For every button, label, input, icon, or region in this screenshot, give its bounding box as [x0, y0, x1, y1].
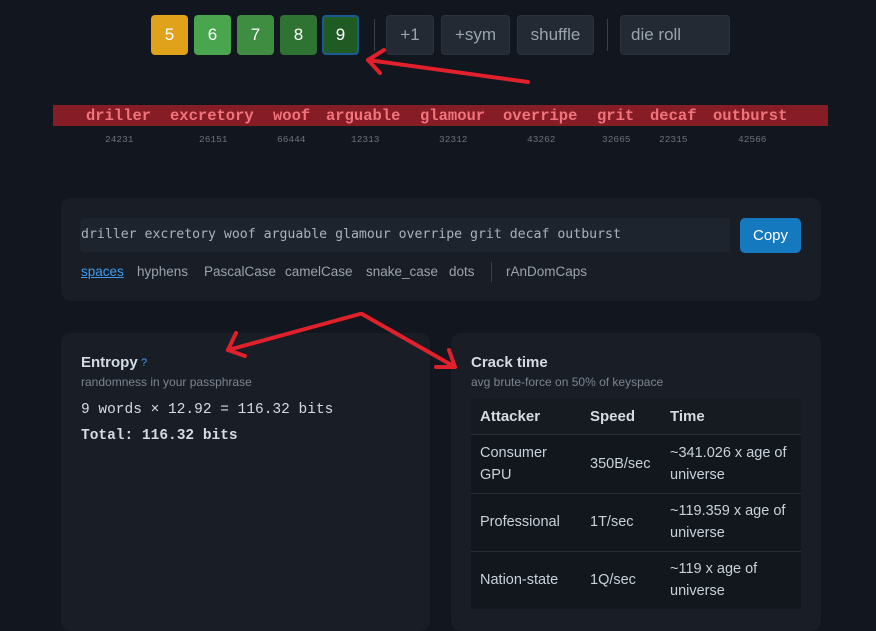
copy-button[interactable]: Copy — [740, 218, 801, 253]
attacker-cell: Professional — [471, 492, 581, 551]
speed-cell: 350B/sec — [581, 433, 661, 493]
entropy-subtitle: randomness in your passphrase — [81, 375, 252, 389]
passphrase-word: glamour — [420, 107, 486, 125]
format-option-pascalcase[interactable]: PascalCase — [204, 264, 276, 279]
word-index: 32665 — [602, 134, 631, 145]
passphrase-word: driller — [86, 107, 152, 125]
table-row: Nation-state 1Q/sec ~119 x age of univer… — [471, 550, 801, 609]
toolbar-divider — [607, 19, 608, 51]
word-count-button-6[interactable]: 6 — [194, 15, 231, 55]
word-index: 24231 — [105, 134, 134, 145]
attacker-cell: Nation-state — [471, 550, 581, 609]
word-index: 42566 — [738, 134, 767, 145]
word-index: 32312 — [439, 134, 468, 145]
format-option-random-caps[interactable]: rAnDomCaps — [506, 264, 587, 279]
table-row: Professional 1T/sec ~119.359 x age of un… — [471, 492, 801, 551]
die-roll-input[interactable] — [620, 15, 730, 55]
speed-cell: 1T/sec — [581, 492, 661, 551]
word-index: 66444 — [277, 134, 306, 145]
entropy-title: Entropy — [81, 354, 138, 371]
attacker-cell: Consumer GPU — [471, 433, 581, 493]
passphrase-word: arguable — [326, 107, 401, 125]
format-option-camelcase[interactable]: camelCase — [285, 264, 353, 279]
format-option-spaces[interactable]: spaces — [81, 264, 124, 279]
format-option-hyphens[interactable]: hyphens — [137, 264, 188, 279]
column-header-time: Time — [661, 399, 801, 434]
format-option-snake-case[interactable]: snake_case — [366, 264, 438, 279]
add-word-button[interactable]: +1 — [386, 15, 434, 55]
format-divider — [491, 262, 492, 282]
word-index: 12313 — [351, 134, 380, 145]
passphrase-word: overripe — [503, 107, 578, 125]
column-header-speed: Speed — [581, 399, 661, 434]
passphrase-word: outburst — [713, 107, 788, 125]
shuffle-button[interactable]: shuffle — [517, 15, 594, 55]
time-cell: ~119.359 x age of universe — [661, 492, 801, 551]
word-index: 26151 — [199, 134, 228, 145]
word-index: 43262 — [527, 134, 556, 145]
format-option-dots[interactable]: dots — [449, 264, 475, 279]
word-index: 22315 — [659, 134, 688, 145]
time-cell: ~341.026 x age of universe — [661, 433, 801, 493]
table-row: Consumer GPU 350B/sec ~341.026 x age of … — [471, 433, 801, 493]
entropy-formula: 9 words × 12.92 = 116.32 bits — [81, 402, 334, 418]
passphrase-output-text[interactable]: driller excretory woof arguable glamour … — [81, 227, 621, 242]
word-count-button-8[interactable]: 8 — [280, 15, 317, 55]
crack-time-subtitle: avg brute-force on 50% of keyspace — [471, 375, 664, 389]
word-count-button-5[interactable]: 5 — [151, 15, 188, 55]
word-count-button-7[interactable]: 7 — [237, 15, 274, 55]
toolbar-divider — [374, 19, 375, 51]
crack-time-table: Attacker Speed Time Consumer GPU 350B/se… — [471, 399, 801, 609]
entropy-help-icon[interactable]: ? — [141, 357, 147, 369]
passphrase-word: woof — [273, 107, 311, 125]
passphrase-word: excretory — [170, 107, 254, 125]
entropy-total: Total: 116.32 bits — [81, 428, 238, 444]
add-symbol-button[interactable]: +sym — [441, 15, 510, 55]
speed-cell: 1Q/sec — [581, 550, 661, 609]
crack-time-title: Crack time — [471, 354, 548, 371]
word-count-button-9[interactable]: 9 — [322, 15, 359, 55]
passphrase-word: decaf — [650, 107, 697, 125]
passphrase-word: grit — [597, 107, 635, 125]
column-header-attacker: Attacker — [471, 399, 581, 434]
time-cell: ~119 x age of universe — [661, 550, 801, 609]
